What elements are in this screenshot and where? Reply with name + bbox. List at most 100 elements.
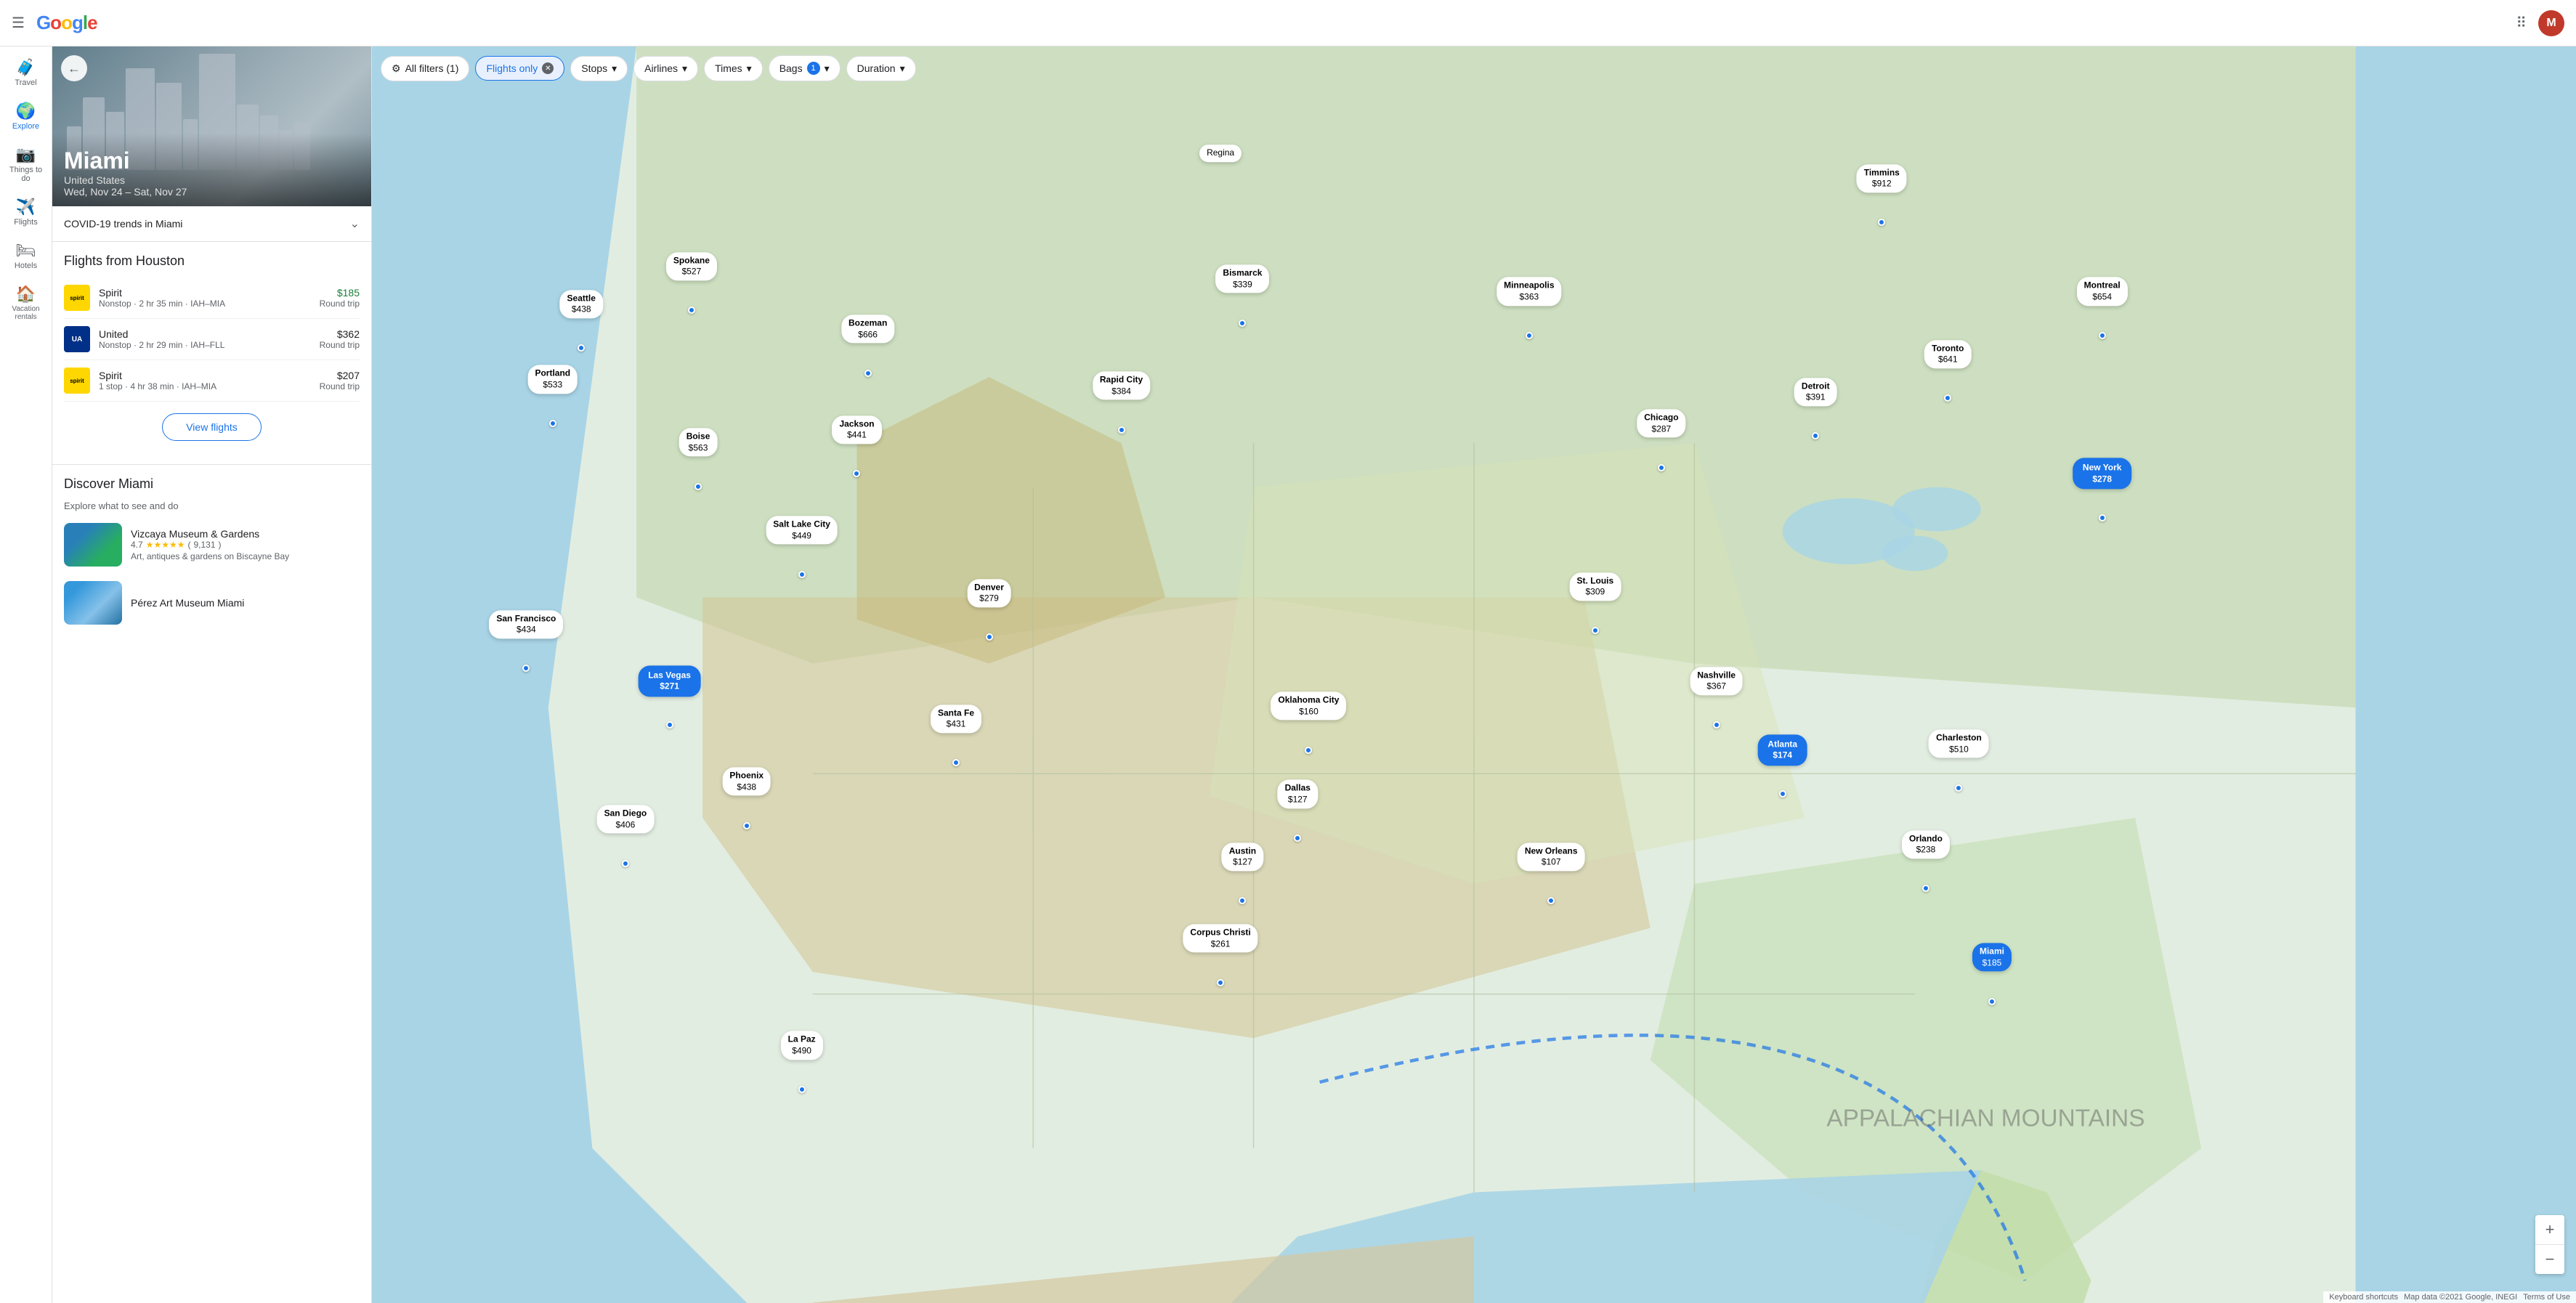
place-card[interactable]: Vizcaya Museum & Gardens 4.7 ★★★★★ (9,13… — [64, 520, 360, 569]
map-dot — [694, 483, 702, 490]
spirit-logo: spirit — [64, 285, 90, 311]
map-price-label[interactable]: Nashville$367 — [1690, 667, 1743, 695]
avatar[interactable]: M — [2538, 10, 2564, 36]
zoom-out-button[interactable]: − — [2535, 1245, 2564, 1274]
map-price-label[interactable]: Boise$563 — [679, 428, 718, 456]
map-price-label[interactable]: Rapid City$384 — [1093, 372, 1150, 400]
explore-icon: 🌍 — [16, 102, 36, 121]
map-price-label[interactable]: Spokane$527 — [666, 252, 717, 280]
terms-link[interactable]: Terms of Use — [2523, 1293, 2570, 1302]
things-to-do-icon: 📷 — [16, 145, 36, 164]
map-price-label[interactable]: Dallas$127 — [1278, 780, 1318, 808]
map-dot — [688, 307, 695, 314]
chevron-down-icon: ▾ — [825, 62, 830, 75]
duration-button[interactable]: Duration ▾ — [846, 56, 916, 81]
sidebar-item-things-to-do[interactable]: 📷 Things to do — [3, 139, 49, 189]
destination-dates: Wed, Nov 24 – Sat, Nov 27 — [64, 186, 360, 198]
sidebar-item-vacation-rentals[interactable]: 🏠 Vacation rentals — [3, 279, 49, 327]
map-price-label[interactable]: New Orleans$107 — [1518, 843, 1585, 871]
map-price-label[interactable]: St. Louis$309 — [1570, 572, 1621, 601]
map-price-label[interactable]: Detroit$391 — [1794, 378, 1837, 406]
map-dot — [1658, 464, 1665, 471]
map-price-label[interactable]: Regina — [1199, 145, 1242, 162]
map-price-label[interactable]: Chicago$287 — [1637, 409, 1685, 437]
map-price-label[interactable]: Las Vegas$271 — [638, 665, 701, 697]
map-price-label[interactable]: Austin$127 — [1222, 843, 1263, 871]
view-flights-button[interactable]: View flights — [162, 413, 262, 441]
map-price-label[interactable]: Phoenix$438 — [722, 767, 771, 795]
flight-card[interactable]: spirit Spirit Nonstop · 2 hr 35 min · IA… — [64, 277, 360, 319]
map-price-label[interactable]: Corpus Christi$261 — [1183, 925, 1257, 953]
map-price-label[interactable]: Bozeman$666 — [841, 315, 894, 344]
discover-title: Discover Miami — [64, 476, 360, 492]
flight-card[interactable]: UA United Nonstop · 2 hr 29 min · IAH–FL… — [64, 319, 360, 360]
sidebar-item-explore[interactable]: 🌍 Explore — [3, 96, 49, 137]
map-price-label[interactable]: Montreal$654 — [2077, 277, 2128, 306]
map-price-label[interactable]: San Diego$406 — [597, 805, 655, 833]
flights-only-button[interactable]: Flights only ✕ — [475, 56, 564, 81]
map-price-label[interactable]: Denver$279 — [967, 579, 1011, 607]
map-price-label[interactable]: Bismarck$339 — [1215, 264, 1269, 293]
flight-price: $185 Round trip — [320, 287, 360, 309]
destination-country: United States — [64, 174, 360, 186]
sidebar-item-travel[interactable]: 🧳 Travel — [3, 52, 49, 93]
place-info: Vizcaya Museum & Gardens 4.7 ★★★★★ (9,13… — [131, 528, 360, 561]
map-dot — [1547, 897, 1555, 904]
place-card[interactable]: Pérez Art Museum Miami — [64, 578, 360, 628]
flights-section: Flights from Houston spirit Spirit Nonst… — [52, 242, 371, 464]
map-price-label[interactable]: Santa Fe$431 — [931, 705, 981, 733]
chevron-down-icon: ▾ — [900, 62, 905, 75]
chevron-down-icon: ▾ — [682, 62, 687, 75]
map-price-label[interactable]: Orlando$238 — [1902, 830, 1950, 858]
spirit-logo: spirit — [64, 368, 90, 394]
map-price-label[interactable]: Salt Lake City$449 — [766, 516, 838, 544]
close-icon[interactable]: ✕ — [542, 62, 554, 74]
map-price-label[interactable]: Atlanta$174 — [1757, 734, 1807, 766]
airline-name: Spirit — [99, 287, 320, 299]
menu-icon[interactable]: ☰ — [12, 14, 25, 32]
left-navigation: 🧳 Travel 🌍 Explore 📷 Things to do ✈️ Fli… — [0, 46, 52, 1303]
zoom-in-button[interactable]: + — [2535, 1215, 2564, 1244]
map-dot — [1878, 219, 1885, 226]
back-button[interactable]: ← — [61, 55, 87, 81]
keyboard-shortcuts-link[interactable]: Keyboard shortcuts — [2329, 1293, 2398, 1302]
map-price-label[interactable]: Miami$185 — [1972, 943, 2012, 972]
map-price-label[interactable]: Seattle$438 — [560, 290, 603, 318]
price-label: Round trip — [320, 381, 360, 391]
map-price-label[interactable]: Portland$533 — [527, 365, 578, 394]
map-dot — [1239, 897, 1246, 904]
map-dot — [743, 822, 750, 829]
airlines-button[interactable]: Airlines ▾ — [633, 56, 698, 81]
map-price-label[interactable]: Toronto$641 — [1924, 340, 1971, 368]
place-name: Vizcaya Museum & Gardens — [131, 528, 360, 540]
flight-info: Spirit Nonstop · 2 hr 35 min · IAH–MIA — [99, 287, 320, 309]
map-price-label[interactable]: Minneapolis$363 — [1496, 277, 1561, 306]
chevron-down-icon: ⌄ — [350, 216, 360, 231]
covid-section[interactable]: COVID-19 trends in Miami ⌄ — [52, 206, 371, 242]
map-area: MEXICO APPALACHIAN MOUNTAINS ⚙ All filte… — [372, 46, 2576, 1303]
times-button[interactable]: Times ▾ — [704, 56, 763, 81]
place-thumbnail — [64, 581, 122, 625]
hotels-icon: 🛏 — [16, 241, 36, 260]
map-dot — [1713, 721, 1720, 728]
sidebar-item-hotels[interactable]: 🛏 Hotels — [3, 235, 49, 276]
map-price-label[interactable]: La Paz$490 — [781, 1031, 823, 1060]
map-price-label[interactable]: Jackson$441 — [832, 415, 881, 444]
map-price-label[interactable]: Oklahoma City$160 — [1271, 692, 1346, 720]
map-price-label[interactable]: New York$278 — [2073, 458, 2132, 490]
place-thumbnail — [64, 523, 122, 567]
map-price-label[interactable]: San Francisco$434 — [489, 610, 563, 638]
all-filters-button[interactable]: ⚙ All filters (1) — [381, 56, 469, 81]
sidebar-item-flights[interactable]: ✈️ Flights — [3, 192, 49, 232]
apps-icon[interactable]: ⠿ — [2516, 14, 2527, 32]
flight-card[interactable]: spirit Spirit 1 stop · 4 hr 38 min · IAH… — [64, 360, 360, 402]
map-price-label[interactable]: Timmins$912 — [1857, 164, 1907, 192]
vacation-rentals-icon: 🏠 — [16, 285, 36, 304]
zoom-controls: + − — [2535, 1215, 2564, 1274]
map-price-label[interactable]: Charleston$510 — [1929, 730, 1989, 758]
stops-button[interactable]: Stops ▾ — [570, 56, 628, 81]
map-dot — [986, 633, 993, 641]
chevron-down-icon: ▾ — [612, 62, 617, 75]
map-dot — [952, 759, 960, 766]
bags-button[interactable]: Bags 1 ▾ — [769, 55, 841, 81]
